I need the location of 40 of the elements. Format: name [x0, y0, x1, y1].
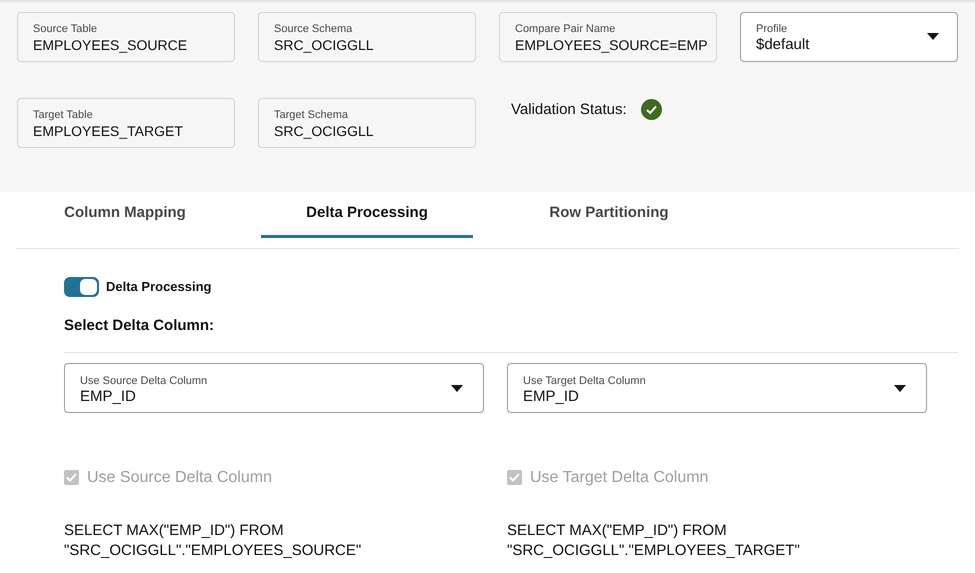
section-title: Select Delta Column:: [64, 315, 958, 352]
text-field[interactable]: Compare Pair Name EMPLOYEES_SOURCE=EMP: [499, 12, 717, 62]
check-icon: [509, 473, 520, 482]
field-value: EMPLOYEES_TARGET: [33, 122, 184, 140]
field-value: EMPLOYEES_SOURCE=EMP: [515, 36, 709, 54]
checkbox-label: Use Source Delta Column: [87, 468, 272, 488]
field-value: SRC_OCIGGLL: [274, 36, 375, 54]
field-label: Compare Pair Name: [515, 22, 616, 36]
field-label: Profile: [756, 22, 788, 36]
field-value: $default: [756, 36, 810, 54]
delta-column-select[interactable]: Use Source Delta Column EMP_ID: [64, 362, 484, 412]
tab[interactable]: Delta Processing: [261, 192, 473, 238]
field-value: EMPLOYEES_SOURCE: [33, 36, 188, 54]
check-icon: [66, 473, 77, 482]
field-label: Target Table: [33, 108, 94, 122]
field-value: EMP_ID: [523, 388, 580, 406]
tab[interactable]: Row Partitioning: [503, 192, 715, 238]
checkbox-label: Use Target Delta Column: [530, 468, 708, 488]
field-label: Use Target Delta Column: [523, 374, 646, 388]
field-label: Source Table: [33, 22, 98, 36]
field-value: SRC_OCIGGLL: [274, 122, 375, 140]
field-label: Use Source Delta Column: [80, 374, 208, 388]
caret-icon: [927, 33, 939, 40]
caret-icon: [451, 384, 463, 392]
toggle-switch[interactable]: [64, 277, 99, 297]
field-value: EMP_ID: [80, 388, 137, 406]
text-field[interactable]: Source Table EMPLOYEES_SOURCE: [17, 12, 235, 62]
field-label: Source Schema: [274, 22, 354, 36]
field-label: Target Schema: [274, 108, 349, 122]
validation-status-label: Validation Status:: [511, 100, 627, 120]
text-field[interactable]: Source Schema SRC_OCIGGLL: [258, 12, 476, 62]
caret-icon: [894, 384, 906, 392]
delta-query-text: SELECT MAX("EMP_ID") FROM "SRC_OCIGGLL"."EMPLOYEES_SOURCE": [64, 520, 362, 560]
text-field[interactable]: Target Table EMPLOYEES_TARGET: [17, 98, 235, 148]
delta-query-text: SELECT MAX("EMP_ID") FROM "SRC_OCIGGLL"."EMPLOYEES_TARGET": [507, 520, 801, 560]
text-field[interactable]: Target Schema SRC_OCIGGLL: [258, 98, 476, 148]
toggle-label: Delta Processing: [106, 278, 212, 296]
profile-select[interactable]: Profile $default: [740, 12, 958, 62]
delta-column-select[interactable]: Use Target Delta Column EMP_ID: [507, 362, 927, 412]
tab[interactable]: Column Mapping: [19, 192, 231, 238]
